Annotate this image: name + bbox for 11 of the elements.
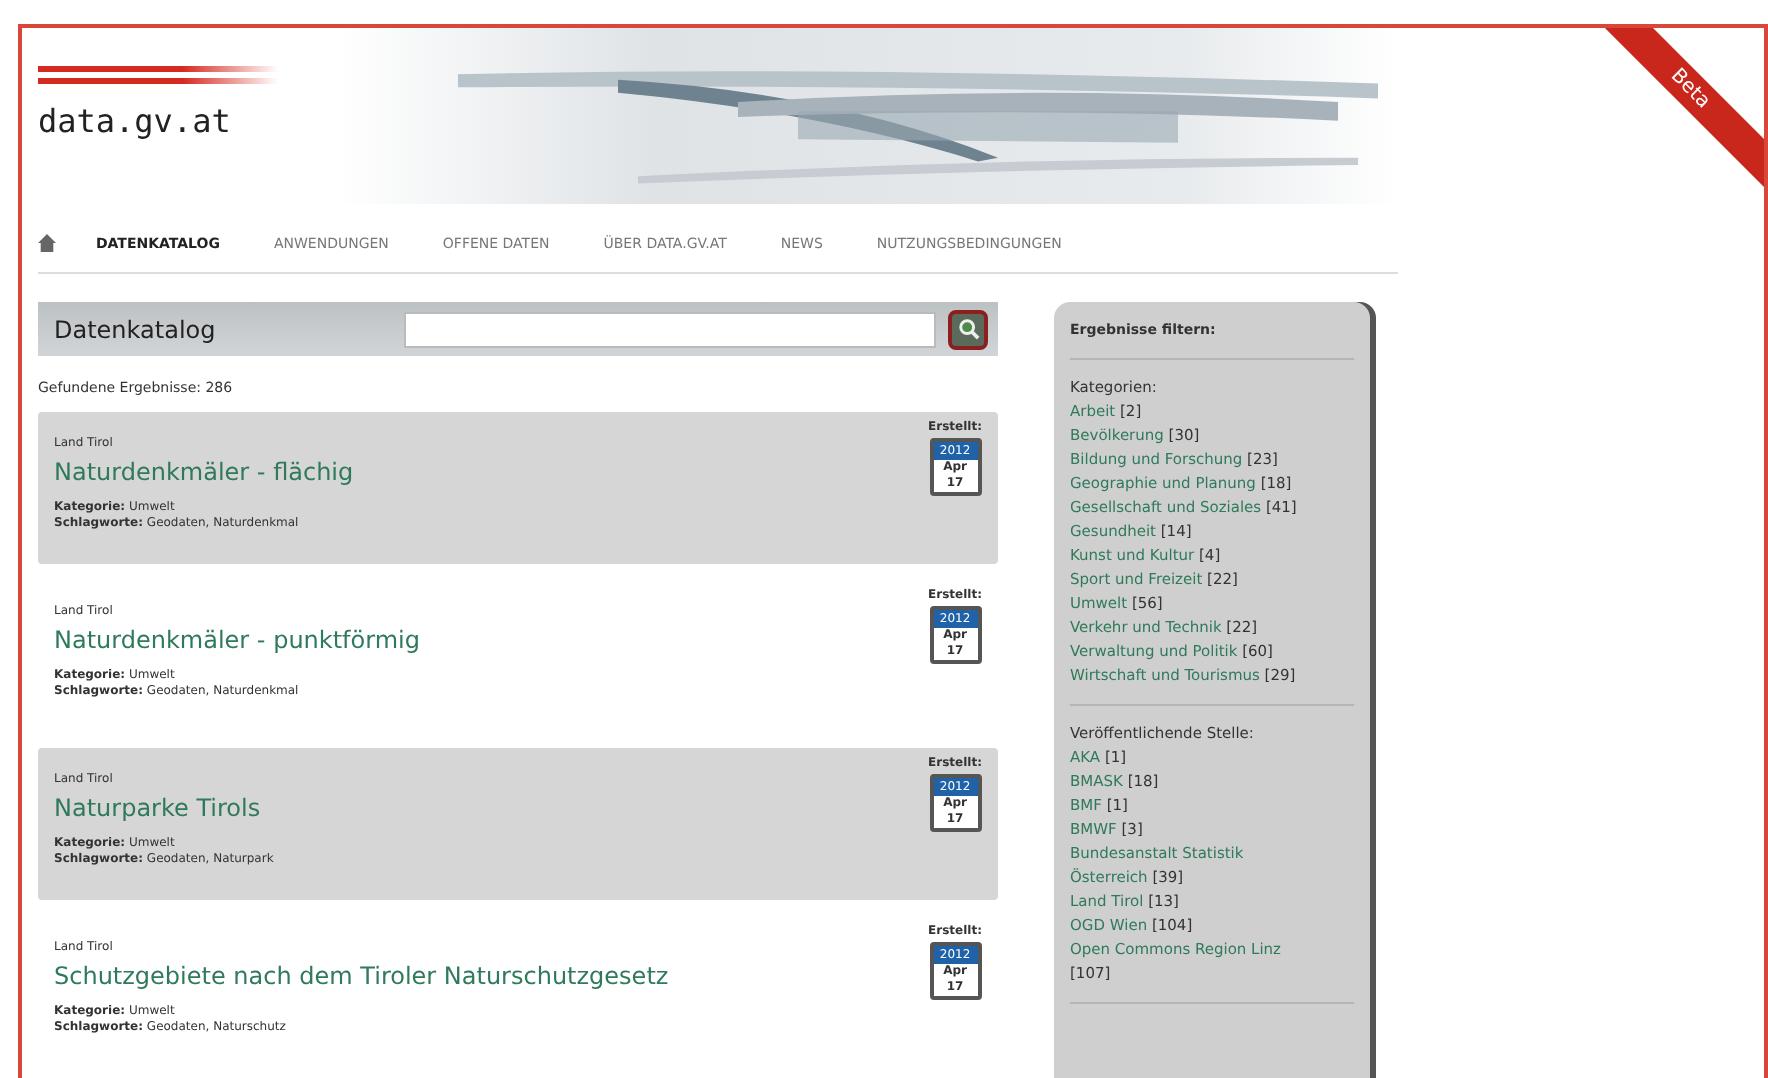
result-title-link[interactable]: Naturdenkmäler - flächig bbox=[54, 458, 354, 486]
result-title-link[interactable]: Naturparke Tirols bbox=[54, 794, 274, 822]
catalog-title: Datenkatalog bbox=[54, 315, 218, 343]
home-icon[interactable] bbox=[38, 234, 56, 252]
result-title-link[interactable]: Naturdenkmäler - punktförmig bbox=[54, 626, 420, 654]
search-field[interactable] bbox=[404, 311, 936, 347]
search-icon bbox=[957, 318, 979, 340]
result-title-link[interactable]: Schutzgebiete nach dem Tiroler Naturschutzgesetz bbox=[54, 962, 669, 990]
site-logo[interactable]: data.gv.at bbox=[38, 102, 338, 140]
search-button[interactable] bbox=[948, 309, 988, 349]
logo-stripes-icon bbox=[38, 66, 278, 90]
